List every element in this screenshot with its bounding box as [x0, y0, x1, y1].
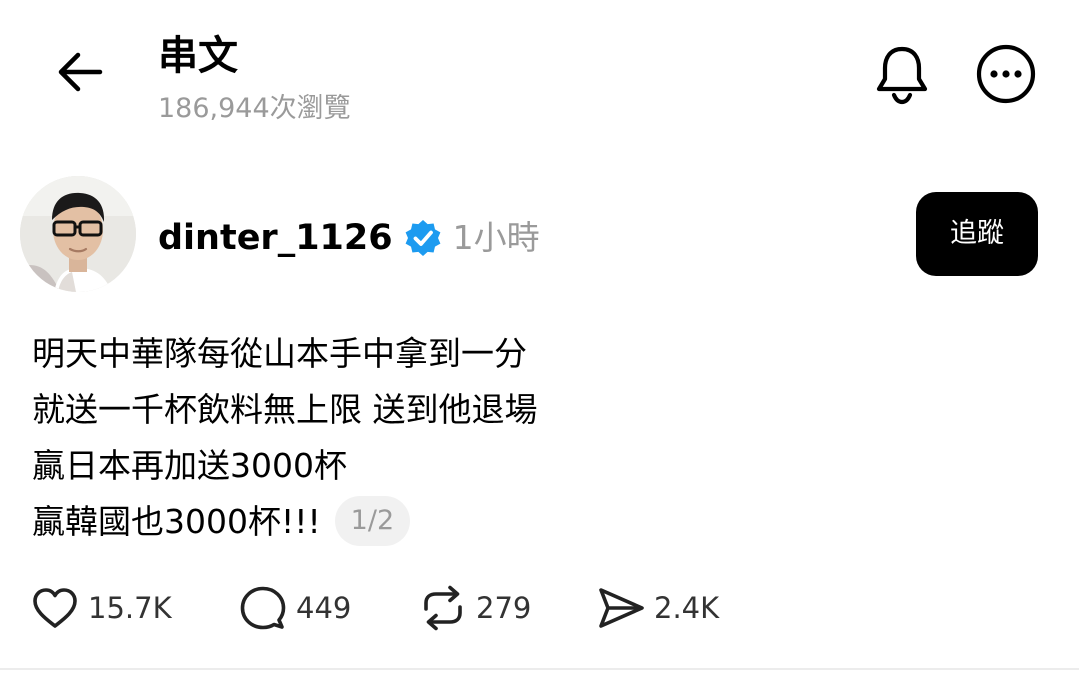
comment-icon — [238, 583, 288, 633]
like-count: 15.7K — [88, 591, 172, 625]
post-text-line: 就送一千杯飲料無上限 送到他退場 — [32, 390, 538, 429]
view-count: 186,944次瀏覽 — [158, 93, 351, 124]
like-button[interactable]: 15.7K — [30, 578, 172, 638]
more-icon — [975, 43, 1037, 109]
repost-icon — [418, 583, 468, 633]
back-button[interactable] — [44, 44, 116, 104]
share-button[interactable]: 2.4K — [596, 578, 719, 638]
avatar[interactable] — [20, 176, 136, 292]
back-arrow-icon — [56, 50, 104, 98]
follow-button[interactable]: 追蹤 — [916, 192, 1038, 276]
more-options-button[interactable] — [966, 38, 1046, 114]
bell-icon — [874, 43, 930, 109]
heart-icon — [30, 583, 80, 633]
divider — [0, 668, 1079, 670]
post-text-line: 明天中華隊每從山本手中拿到一分 — [32, 334, 527, 373]
share-count: 2.4K — [654, 591, 720, 625]
post-timestamp: 1小時 — [452, 218, 540, 257]
post-text-line: 贏日本再加送3000杯 — [32, 446, 347, 485]
post-text-line-last: 贏韓國也3000杯!!! 1/2 — [32, 494, 1052, 550]
post-text: 明天中華隊每從山本手中拿到一分 就送一千杯飲料無上限 送到他退場 贏日本再加送3… — [32, 326, 1052, 550]
thread-page-indicator: 1/2 — [334, 495, 411, 546]
post-text-line: 贏韓國也3000杯!!! — [32, 502, 321, 541]
page-title: 串文 — [158, 33, 238, 79]
repost-button[interactable]: 279 — [418, 578, 531, 638]
repost-count: 279 — [476, 591, 532, 625]
notification-button[interactable] — [862, 38, 942, 114]
comment-button[interactable]: 449 — [238, 578, 351, 638]
share-icon — [596, 583, 646, 633]
comment-count: 449 — [296, 591, 352, 625]
verified-icon — [403, 218, 443, 258]
author-username[interactable]: dinter_1126 — [158, 210, 393, 266]
author-line: dinter_1126 1小時 — [158, 210, 540, 266]
